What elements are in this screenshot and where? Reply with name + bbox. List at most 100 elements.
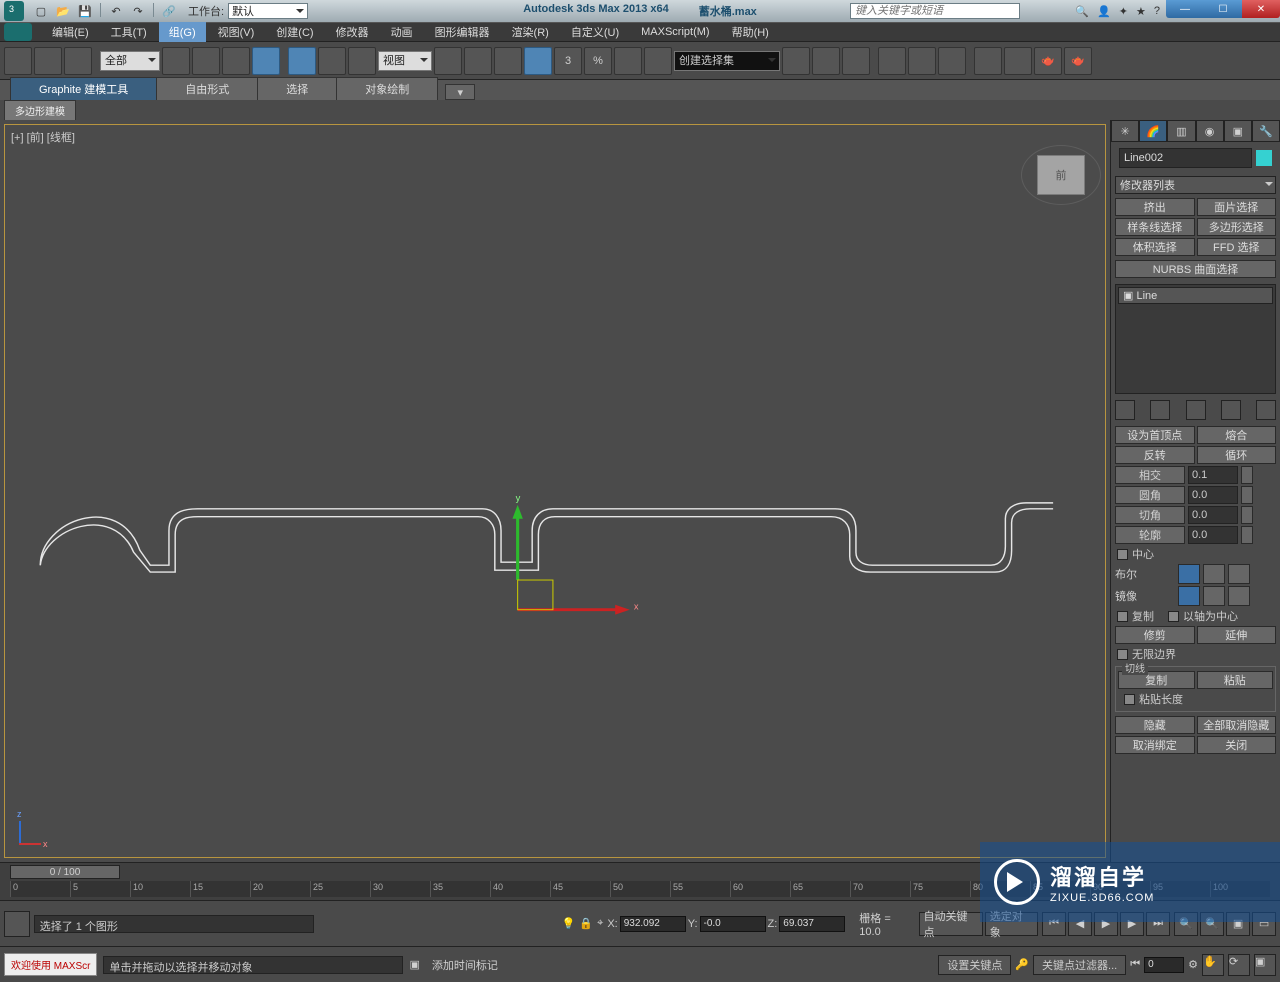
signin-icon[interactable]: 👤 [1097,5,1111,18]
spinner-up-icon[interactable] [1241,486,1253,504]
select-object-icon[interactable] [162,47,190,75]
maximize-button[interactable]: ☐ [1204,0,1242,18]
spinner-up-icon[interactable] [1241,506,1253,524]
coord-z-input[interactable] [779,916,845,932]
minimize-button[interactable]: — [1166,0,1204,18]
spinner-up-icon[interactable] [1241,466,1253,484]
selection-filter-dropdown[interactable]: 全部 [100,51,160,71]
menu-help[interactable]: 帮助(H) [722,22,779,42]
menu-maxscript[interactable]: MAXScript(M) [631,24,719,40]
object-color-swatch[interactable] [1256,150,1272,166]
menu-tools[interactable]: 工具(T) [101,22,157,42]
tab-hierarchy-icon[interactable]: ▥ [1167,120,1195,142]
chk-pastelen[interactable] [1124,694,1135,705]
ribbon-polymodeling-button[interactable]: 多边形建模 [4,100,76,121]
tab-motion-icon[interactable]: ◉ [1196,120,1224,142]
spin-outline[interactable]: 0.0 [1188,526,1238,544]
menu-group[interactable]: 组(G) [159,22,206,42]
rendered-frame-icon[interactable] [1004,47,1032,75]
btn-mirror[interactable]: 镜像 [1115,588,1175,604]
bool-subtract-icon[interactable] [1203,564,1225,584]
menu-animation[interactable]: 动画 [381,22,423,42]
coord-x-input[interactable] [620,916,686,932]
menu-views[interactable]: 视图(V) [208,22,265,42]
schematic-view-icon[interactable] [908,47,936,75]
ribbon-tab-objectpaint[interactable]: 对象绘制 [336,77,438,100]
preset-polysel[interactable]: 多边形选择 [1197,218,1277,236]
mirror-v-icon[interactable] [1203,586,1225,606]
addtimetag-label[interactable]: 添加时间标记 [432,957,498,973]
btn-extend[interactable]: 延伸 [1197,626,1277,644]
keyboard-shortcut-icon[interactable] [494,47,522,75]
unlink-icon[interactable] [34,47,62,75]
mirror-h-icon[interactable] [1178,586,1200,606]
chk-infinite[interactable] [1117,649,1128,660]
object-name-field[interactable]: Line002 [1119,148,1252,168]
preset-splinesel[interactable]: 样条线选择 [1115,218,1195,236]
ribbon-minimize-icon[interactable]: ▾ [445,84,475,100]
close-button[interactable]: ✕ [1242,0,1280,18]
layers-icon[interactable] [842,47,870,75]
preset-nurbs[interactable]: NURBS 曲面选择 [1115,260,1276,278]
render-production-icon[interactable]: 🫖 [1034,47,1062,75]
btn-first-vertex[interactable]: 设为首顶点 [1115,426,1195,444]
orbit-icon[interactable]: ⟳ [1228,954,1250,976]
preset-ffdsel[interactable]: FFD 选择 [1197,238,1277,256]
stack-item-line[interactable]: ▣ Line [1118,287,1273,304]
pan-icon[interactable]: ✋ [1202,954,1224,976]
qa-new-icon[interactable]: ▢ [32,3,50,19]
render-iterative-icon[interactable]: 🫖 [1064,47,1092,75]
manipulate-icon[interactable] [464,47,492,75]
maxscript-mini-listener-icon[interactable] [4,911,30,937]
menu-modifiers[interactable]: 修改器 [326,22,379,42]
named-sel-set-dropdown[interactable]: 创建选择集 [674,51,780,71]
timeconfig-prev-icon[interactable]: ⏮ [1130,958,1140,971]
btn-crossinsert[interactable]: 相交 [1115,466,1185,484]
btn-boolean[interactable]: 布尔 [1115,566,1175,582]
setkey-button[interactable]: 设置关键点 [938,955,1011,975]
curve-editor-icon[interactable] [878,47,906,75]
workspace-dropdown[interactable]: 默认 [228,3,308,19]
material-editor-icon[interactable] [938,47,966,75]
mirror-both-icon[interactable] [1228,586,1250,606]
favorite-icon[interactable]: ★ [1136,5,1146,18]
lock-icon[interactable]: 🔒 [579,917,593,930]
search-icon[interactable]: 🔍 [1075,5,1089,18]
bool-union-icon[interactable] [1178,564,1200,584]
qa-undo-icon[interactable]: ↶ [107,3,125,19]
spinner-up-icon[interactable] [1241,526,1253,544]
remove-modifier-icon[interactable] [1221,400,1241,420]
render-setup-icon[interactable] [974,47,1002,75]
chk-center[interactable] [1117,549,1128,560]
chk-copy[interactable] [1117,611,1128,622]
spin-crossinsert[interactable]: 0.1 [1188,466,1238,484]
make-unique-icon[interactable] [1186,400,1206,420]
viewport-front[interactable]: [+] [前] [线框] 前 y x z x [4,124,1106,858]
qa-open-icon[interactable]: 📂 [54,3,72,19]
mirror-icon[interactable] [782,47,810,75]
lock-selection-icon[interactable]: 💡 [562,917,576,930]
spin-chamfer[interactable]: 0.0 [1188,506,1238,524]
keyfilters-button[interactable]: 关键点过滤器... [1033,955,1126,975]
help-icon[interactable]: ? [1154,5,1160,18]
ribbon-tab-selection[interactable]: 选择 [257,77,337,100]
menu-grapheditors[interactable]: 图形编辑器 [425,22,500,42]
align-icon[interactable] [812,47,840,75]
rect-select-region-icon[interactable] [222,47,250,75]
angle-snap-icon[interactable]: 3 [554,47,582,75]
coord-y-input[interactable] [700,916,766,932]
menu-customize[interactable]: 自定义(U) [561,22,629,42]
btn-unbind[interactable]: 取消绑定 [1115,736,1195,754]
spinner-snap-icon[interactable] [614,47,642,75]
btn-hide[interactable]: 隐藏 [1115,716,1195,734]
edit-named-sel-icon[interactable] [644,47,672,75]
qa-save-icon[interactable]: 💾 [76,3,94,19]
preset-extrude[interactable]: 挤出 [1115,198,1195,216]
move-icon[interactable] [288,47,316,75]
key-mode-icon[interactable]: 🔑 [1015,958,1029,971]
percent-snap-icon[interactable]: % [584,47,612,75]
window-crossing-icon[interactable] [252,47,280,75]
btn-close-rollout[interactable]: 关闭 [1197,736,1277,754]
autokey-toggle[interactable]: 自动关键点 [919,912,983,936]
isolate-icon[interactable]: ▣ [409,958,419,971]
